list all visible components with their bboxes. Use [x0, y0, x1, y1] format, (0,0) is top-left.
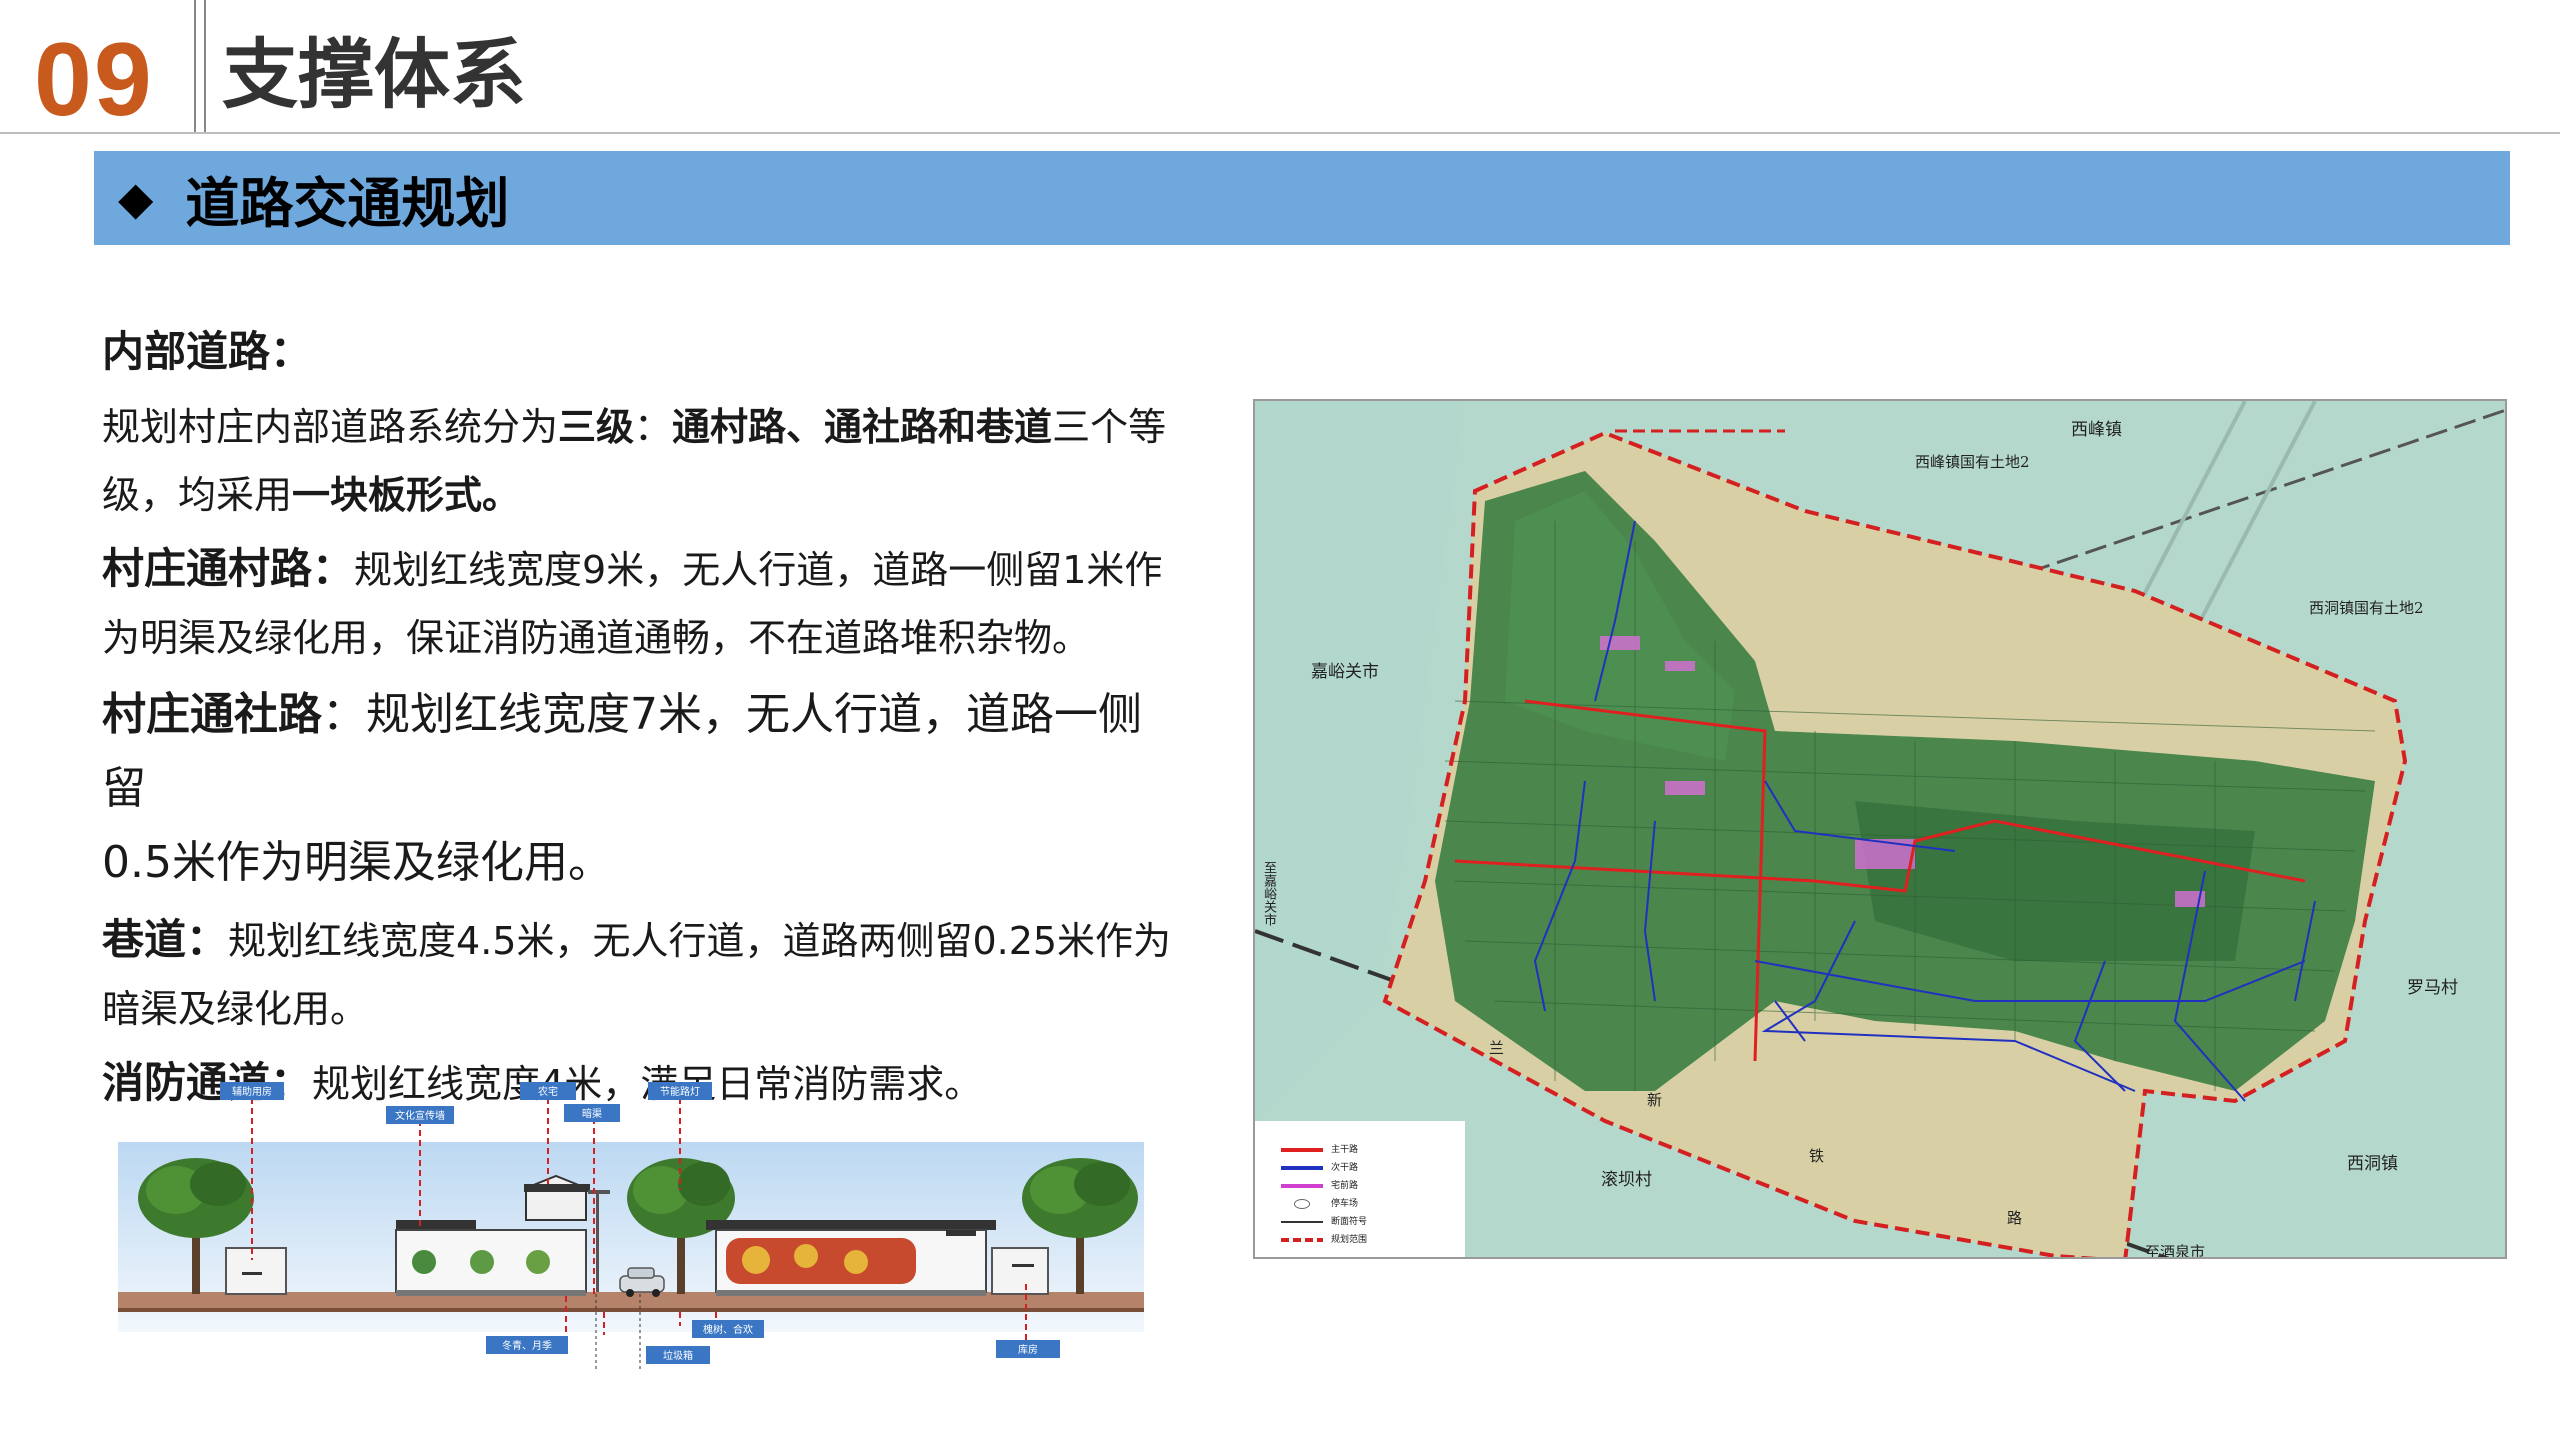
legend-row: 停车场 — [1281, 1197, 1465, 1211]
left-building — [225, 1247, 287, 1295]
legend-label: 规划范围 — [1331, 1235, 1368, 1245]
label-luoma: 罗马村 — [2407, 978, 2458, 998]
text-block: 内部道路： 规划村庄内部道路系统分为三级：通村路、通社路和巷道三个等 级，均采用… — [102, 318, 1182, 1118]
paragraph-community-road: 村庄通社路：规划红线宽度7米，无人行道，道路一侧留 0.5米作为明渠及绿化用。 — [102, 689, 1142, 888]
culture-wall-right — [706, 1220, 996, 1296]
label-wenhua: 文化宣传墙 — [395, 1109, 445, 1122]
label-jiayuguan: 嘉峪关市 — [1311, 662, 1379, 682]
legend-row: 宅前路 — [1281, 1179, 1465, 1193]
road-plan-map: 西峰镇 西峰镇国有土地2 西洞镇国有土地2 嘉峪关市 至嘉峪关市 罗马村 西洞镇… — [1253, 399, 2507, 1259]
label-to-jiuquan: 至酒泉市 — [2145, 1243, 2206, 1259]
legend-boundary-swatch — [1281, 1238, 1323, 1242]
chapter-number: 09 — [34, 22, 154, 138]
label-xifeng-land: 西峰镇国有土地2 — [1915, 453, 2030, 471]
label-xidong-land: 西洞镇国有土地2 — [2309, 599, 2424, 617]
legend-row: 规划范围 — [1281, 1233, 1465, 1247]
label-to-jiayuguan: 至嘉峪关市 — [1261, 861, 1276, 926]
paragraph-village-road: 村庄通村路：规划红线宽度9米，无人行道，道路一侧留1米作 为明渠及绿化用，保证消… — [102, 544, 1163, 660]
label-lan: 兰 — [1489, 1039, 1505, 1057]
section-title: 道路交通规划 — [185, 171, 510, 235]
label-fuzhu: 辅助用房 — [232, 1085, 272, 1098]
street-lamp — [596, 1192, 599, 1292]
label-lu: 路 — [2007, 1209, 2023, 1227]
section-symbol-icon — [1281, 1221, 1323, 1223]
legend-secondary-road-swatch — [1281, 1166, 1323, 1170]
diamond-icon: ◆ — [118, 171, 154, 225]
legend-label: 断面符号 — [1331, 1217, 1368, 1227]
map-legend: 主干路 次干路 宅前路 停车场 断面符号 规划范围 — [1255, 1121, 1465, 1257]
label-tie: 铁 — [1809, 1147, 1825, 1165]
legend-label: 主干路 — [1331, 1145, 1359, 1155]
legend-main-road-swatch — [1281, 1148, 1323, 1152]
chapter-title: 支撑体系 — [222, 30, 526, 119]
parking-icon — [1294, 1199, 1310, 1209]
legend-label: 停车场 — [1331, 1199, 1359, 1209]
paragraph-alley: 巷道：规划红线宽度4.5米，无人行道，道路两侧留0.25米作为 暗渠及绿化用。 — [102, 915, 1172, 1031]
legend-row: 主干路 — [1281, 1143, 1465, 1157]
legend-row: 次干路 — [1281, 1161, 1465, 1175]
label-xidong-town: 西洞镇 — [2347, 1154, 2398, 1174]
label-anqu: 暗渠 — [582, 1107, 602, 1120]
label-dongqing: 冬青、月季 — [502, 1339, 552, 1352]
label-gunba: 滚坝村 — [1601, 1170, 1652, 1190]
label-laji: 垃圾箱 — [663, 1349, 693, 1362]
paragraph-overview: 规划村庄内部道路系统分为三级：通村路、通社路和巷道三个等 级，均采用一块板形式。 — [102, 405, 1167, 517]
header-divider — [194, 0, 206, 132]
label-huaishu: 槐树、合欢 — [703, 1323, 753, 1336]
legend-house-road-swatch — [1281, 1184, 1323, 1188]
label-jieneng: 节能路灯 — [660, 1085, 700, 1098]
legend-row: 断面符号 — [1281, 1215, 1465, 1229]
label-kufang: 库房 — [1018, 1343, 1038, 1356]
legend-label: 次干路 — [1331, 1163, 1359, 1173]
section-bar: ◆ 道路交通规划 — [94, 151, 2510, 245]
internal-roads-heading: 内部道路： — [102, 327, 313, 376]
header-rule — [0, 132, 2560, 134]
right-building — [991, 1247, 1049, 1295]
label-nongzhai: 农宅 — [538, 1085, 558, 1098]
label-xin: 新 — [1647, 1091, 1663, 1109]
label-xifeng-town: 西峰镇 — [2071, 420, 2122, 440]
road-section-diagram: 辅助用房 文化宣传墙 农宅 暗渠 节能路灯 冬青、月季 槐树、合欢 垃圾箱 库房 — [118, 1082, 1144, 1370]
legend-label: 宅前路 — [1331, 1181, 1359, 1191]
